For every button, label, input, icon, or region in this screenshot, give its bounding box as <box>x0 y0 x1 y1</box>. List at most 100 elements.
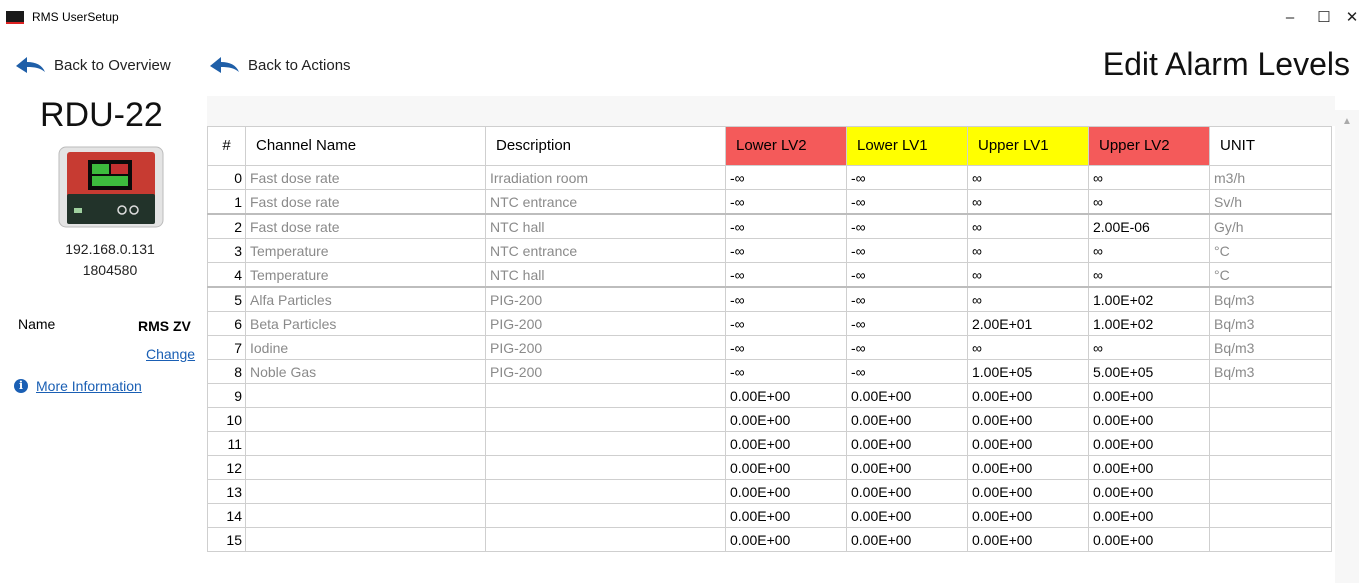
back-to-actions-button[interactable]: Back to Actions <box>208 52 351 78</box>
scroll-up-icon[interactable]: ▲ <box>1342 116 1352 127</box>
description-cell[interactable]: PIG-200 <box>485 335 726 360</box>
lower-lv1-cell[interactable]: -∞ <box>846 262 968 288</box>
upper-lv1-cell[interactable]: ∞ <box>967 262 1089 288</box>
description-cell[interactable]: NTC hall <box>485 262 726 288</box>
change-name-link[interactable]: Change <box>146 346 195 362</box>
upper-lv2-cell[interactable]: 0.00E+00 <box>1088 431 1210 456</box>
lower-lv2-cell[interactable]: -∞ <box>725 238 847 263</box>
lower-lv2-cell[interactable]: 0.00E+00 <box>725 455 847 480</box>
channel-name-cell[interactable] <box>245 407 486 432</box>
upper-lv2-cell[interactable]: 2.00E-06 <box>1088 213 1210 239</box>
upper-lv2-cell[interactable]: ∞ <box>1088 238 1210 263</box>
upper-lv1-cell[interactable]: ∞ <box>967 238 1089 263</box>
unit-cell[interactable]: Gy/h <box>1209 213 1332 239</box>
upper-lv1-cell[interactable]: 0.00E+00 <box>967 407 1089 432</box>
upper-lv2-cell[interactable]: ∞ <box>1088 165 1210 190</box>
upper-lv1-cell[interactable]: ∞ <box>967 335 1089 360</box>
lower-lv2-cell[interactable]: 0.00E+00 <box>725 503 847 528</box>
unit-cell[interactable]: Sv/h <box>1209 189 1332 215</box>
channel-name-cell[interactable] <box>245 455 486 480</box>
description-cell[interactable] <box>485 407 726 432</box>
upper-lv1-cell[interactable]: ∞ <box>967 286 1089 312</box>
upper-lv2-cell[interactable]: 0.00E+00 <box>1088 479 1210 504</box>
channel-name-cell[interactable] <box>245 431 486 456</box>
lower-lv1-cell[interactable]: 0.00E+00 <box>846 383 968 408</box>
upper-lv2-cell[interactable]: 0.00E+00 <box>1088 455 1210 480</box>
channel-name-cell[interactable] <box>245 479 486 504</box>
col-header-number[interactable]: # <box>207 126 246 166</box>
lower-lv1-cell[interactable]: 0.00E+00 <box>846 407 968 432</box>
lower-lv2-cell[interactable]: -∞ <box>725 262 847 288</box>
upper-lv2-cell[interactable]: ∞ <box>1088 189 1210 215</box>
channel-name-cell[interactable]: Fast dose rate <box>245 213 486 239</box>
upper-lv2-cell[interactable]: ∞ <box>1088 335 1210 360</box>
lower-lv1-cell[interactable]: -∞ <box>846 213 968 239</box>
description-cell[interactable] <box>485 455 726 480</box>
lower-lv2-cell[interactable]: -∞ <box>725 359 847 384</box>
description-cell[interactable] <box>485 431 726 456</box>
unit-cell[interactable] <box>1209 407 1332 432</box>
unit-cell[interactable]: Bq/m3 <box>1209 335 1332 360</box>
lower-lv2-cell[interactable]: 0.00E+00 <box>725 383 847 408</box>
lower-lv2-cell[interactable]: 0.00E+00 <box>725 479 847 504</box>
vertical-scrollbar[interactable]: ▲ <box>1335 110 1359 583</box>
col-header-channel-name[interactable]: Channel Name <box>245 126 486 166</box>
lower-lv2-cell[interactable]: -∞ <box>725 311 847 336</box>
lower-lv1-cell[interactable]: 0.00E+00 <box>846 503 968 528</box>
channel-name-cell[interactable]: Alfa Particles <box>245 286 486 312</box>
description-cell[interactable]: PIG-200 <box>485 311 726 336</box>
description-cell[interactable]: PIG-200 <box>485 359 726 384</box>
upper-lv1-cell[interactable]: ∞ <box>967 213 1089 239</box>
channel-name-cell[interactable]: Fast dose rate <box>245 165 486 190</box>
upper-lv1-cell[interactable]: 0.00E+00 <box>967 383 1089 408</box>
col-header-lower-lv1[interactable]: Lower LV1 <box>846 126 968 166</box>
unit-cell[interactable] <box>1209 383 1332 408</box>
lower-lv1-cell[interactable]: -∞ <box>846 238 968 263</box>
back-to-overview-button[interactable]: Back to Overview <box>14 52 171 78</box>
lower-lv1-cell[interactable]: 0.00E+00 <box>846 527 968 552</box>
upper-lv1-cell[interactable]: ∞ <box>967 165 1089 190</box>
unit-cell[interactable] <box>1209 503 1332 528</box>
lower-lv1-cell[interactable]: -∞ <box>846 165 968 190</box>
unit-cell[interactable] <box>1209 527 1332 552</box>
lower-lv2-cell[interactable]: -∞ <box>725 213 847 239</box>
description-cell[interactable] <box>485 479 726 504</box>
col-header-description[interactable]: Description <box>485 126 726 166</box>
lower-lv1-cell[interactable]: -∞ <box>846 335 968 360</box>
upper-lv1-cell[interactable]: 0.00E+00 <box>967 503 1089 528</box>
lower-lv2-cell[interactable]: -∞ <box>725 189 847 215</box>
description-cell[interactable]: Irradiation room <box>485 165 726 190</box>
upper-lv2-cell[interactable]: 1.00E+02 <box>1088 286 1210 312</box>
col-header-upper-lv2[interactable]: Upper LV2 <box>1088 126 1210 166</box>
lower-lv1-cell[interactable]: 0.00E+00 <box>846 431 968 456</box>
description-cell[interactable]: NTC entrance <box>485 189 726 215</box>
channel-name-cell[interactable] <box>245 383 486 408</box>
channel-name-cell[interactable] <box>245 503 486 528</box>
description-cell[interactable] <box>485 503 726 528</box>
upper-lv2-cell[interactable]: 0.00E+00 <box>1088 383 1210 408</box>
col-header-lower-lv2[interactable]: Lower LV2 <box>725 126 847 166</box>
description-cell[interactable]: PIG-200 <box>485 286 726 312</box>
channel-name-cell[interactable]: Noble Gas <box>245 359 486 384</box>
lower-lv2-cell[interactable]: 0.00E+00 <box>725 431 847 456</box>
upper-lv1-cell[interactable]: 0.00E+00 <box>967 455 1089 480</box>
unit-cell[interactable]: Bq/m3 <box>1209 359 1332 384</box>
unit-cell[interactable] <box>1209 431 1332 456</box>
upper-lv1-cell[interactable]: 1.00E+05 <box>967 359 1089 384</box>
description-cell[interactable] <box>485 527 726 552</box>
lower-lv2-cell[interactable]: 0.00E+00 <box>725 527 847 552</box>
unit-cell[interactable]: m3/h <box>1209 165 1332 190</box>
upper-lv1-cell[interactable]: 2.00E+01 <box>967 311 1089 336</box>
lower-lv1-cell[interactable]: -∞ <box>846 189 968 215</box>
unit-cell[interactable]: Bq/m3 <box>1209 311 1332 336</box>
channel-name-cell[interactable]: Beta Particles <box>245 311 486 336</box>
unit-cell[interactable] <box>1209 479 1332 504</box>
lower-lv2-cell[interactable]: -∞ <box>725 165 847 190</box>
upper-lv2-cell[interactable]: 1.00E+02 <box>1088 311 1210 336</box>
lower-lv1-cell[interactable]: -∞ <box>846 311 968 336</box>
more-information-link[interactable]: i More Information <box>14 378 142 394</box>
channel-name-cell[interactable]: Fast dose rate <box>245 189 486 215</box>
lower-lv1-cell[interactable]: 0.00E+00 <box>846 455 968 480</box>
upper-lv1-cell[interactable]: 0.00E+00 <box>967 479 1089 504</box>
upper-lv1-cell[interactable]: 0.00E+00 <box>967 527 1089 552</box>
